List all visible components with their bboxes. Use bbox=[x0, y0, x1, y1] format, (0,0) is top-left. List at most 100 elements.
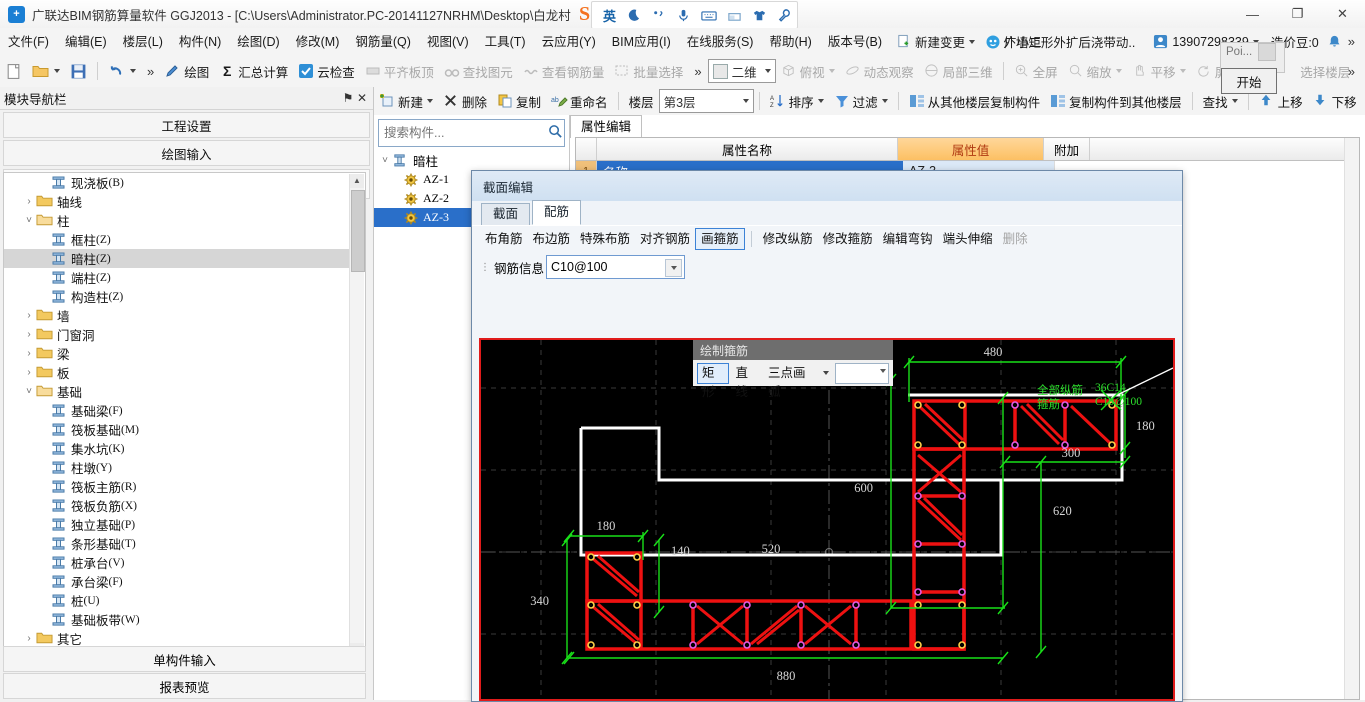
chevron-down-icon[interactable] bbox=[130, 69, 136, 73]
view-rebar-qty-button[interactable]: 查看钢筋量 bbox=[518, 59, 610, 83]
tree-folder[interactable]: ˅ 基础 bbox=[4, 382, 365, 401]
tree-item[interactable]: 条形基础 (T) bbox=[4, 534, 365, 553]
sort-button[interactable]: AZ 排序 bbox=[765, 90, 829, 112]
chevron-down-icon[interactable] bbox=[54, 69, 60, 73]
tree-item[interactable]: 集水坑 (K) bbox=[4, 439, 365, 458]
report-preview-bar[interactable]: 报表预览 bbox=[3, 673, 366, 699]
scroll-up-arrow[interactable]: ▲ bbox=[350, 174, 364, 188]
tab-rebar[interactable]: 配筋 bbox=[532, 200, 582, 225]
chevron-down-icon[interactable] bbox=[427, 99, 434, 103]
batch-select-button[interactable]: 批量选择 bbox=[609, 59, 688, 83]
cloud-check-button[interactable]: 云检查 bbox=[293, 59, 360, 83]
chevron-down-icon[interactable] bbox=[764, 69, 771, 73]
chevron-down-icon[interactable] bbox=[1231, 99, 1238, 103]
tree-item[interactable]: 独立基础 (P) bbox=[4, 515, 365, 534]
start-button[interactable]: 开始 bbox=[1221, 68, 1277, 94]
view-mode-combo[interactable]: 二维 bbox=[707, 59, 776, 83]
align-slab-top-button[interactable]: 平齐板顶 bbox=[360, 59, 439, 83]
menu-file[interactable]: 文件(F) bbox=[0, 31, 57, 53]
expander-icon[interactable]: › bbox=[22, 310, 36, 321]
ime-voice-icon[interactable] bbox=[676, 6, 691, 25]
new-component-button[interactable]: 新建 bbox=[374, 90, 438, 112]
select-floor-button[interactable]: 选择楼层 bbox=[1295, 59, 1355, 83]
fullscreen-button[interactable]: 全屏 bbox=[1009, 59, 1063, 83]
chevron-down-icon[interactable] bbox=[817, 99, 824, 103]
search-input[interactable] bbox=[379, 125, 547, 141]
ime-keyboard-icon[interactable] bbox=[701, 6, 717, 25]
toolbar-overflow-2[interactable]: » bbox=[694, 64, 701, 79]
chevron-down-icon[interactable] bbox=[1115, 69, 1122, 73]
ime-skin-icon[interactable] bbox=[752, 6, 767, 25]
dynamic-observe-button[interactable]: 动态观察 bbox=[840, 59, 919, 83]
tree-item[interactable]: 筏板主筋 (R) bbox=[4, 477, 365, 496]
pan-button[interactable]: 平移 bbox=[1127, 59, 1191, 83]
tree-folder[interactable]: › 门窗洞 bbox=[4, 325, 365, 344]
expander-icon[interactable]: › bbox=[22, 367, 36, 378]
open-file-button[interactable] bbox=[27, 59, 65, 83]
tree-item[interactable]: 端柱 (Z) bbox=[4, 268, 365, 287]
expander-icon[interactable]: › bbox=[22, 633, 36, 644]
tree-item[interactable]: 现浇板 (B) bbox=[4, 173, 365, 192]
menu-edit[interactable]: 编辑(E) bbox=[57, 31, 115, 53]
special-rebar-button[interactable]: 特殊布筋 bbox=[575, 229, 635, 249]
component-tree-root[interactable]: ˅ 暗柱 bbox=[374, 151, 569, 170]
tree-folder[interactable]: › 墙 bbox=[4, 306, 365, 325]
tree-item[interactable]: 基础梁 (F) bbox=[4, 401, 365, 420]
expander-icon[interactable]: ˅ bbox=[22, 386, 36, 397]
single-component-input-bar[interactable]: 单构件输入 bbox=[3, 646, 366, 672]
tree-item[interactable]: 桩承台 (V) bbox=[4, 553, 365, 572]
edit-stirrup-button[interactable]: 修改箍筋 bbox=[818, 229, 878, 249]
ime-moon-icon[interactable] bbox=[626, 6, 641, 25]
new-change-button[interactable]: 新建变更 bbox=[896, 32, 976, 51]
expander-icon[interactable]: › bbox=[22, 196, 36, 207]
search-component-row[interactable] bbox=[378, 119, 565, 147]
copy-component-button[interactable]: 复制 bbox=[492, 90, 546, 112]
close-icon[interactable]: ✕ bbox=[355, 91, 369, 105]
chevron-down-icon[interactable] bbox=[828, 69, 835, 73]
project-settings-bar[interactable]: 工程设置 bbox=[3, 112, 370, 138]
ime-toolbar[interactable]: S 英 bbox=[579, 1, 798, 29]
rename-component-button[interactable]: ab 重命名 bbox=[546, 90, 613, 112]
corner-rebar-button[interactable]: 布角筋 bbox=[480, 229, 528, 249]
expander-icon[interactable]: › bbox=[22, 348, 36, 359]
search-icon[interactable] bbox=[547, 124, 564, 142]
tree-item[interactable]: 暗柱 (Z) bbox=[4, 249, 365, 268]
chevron-down-icon[interactable] bbox=[742, 99, 749, 103]
find-element-button[interactable]: 查找图元 bbox=[439, 59, 518, 83]
close-button[interactable]: ✕ bbox=[1320, 0, 1365, 28]
edit-longitudinal-button[interactable]: 修改纵筋 bbox=[758, 229, 818, 249]
save-button[interactable] bbox=[65, 59, 92, 83]
tree-item[interactable]: 框柱 (Z) bbox=[4, 230, 365, 249]
tree-folder[interactable]: › 板 bbox=[4, 363, 365, 382]
scroll-thumb[interactable] bbox=[351, 190, 365, 272]
menu-help[interactable]: 帮助(H) bbox=[761, 31, 819, 53]
tree-item[interactable]: 筏板基础 (M) bbox=[4, 420, 365, 439]
ime-toolbox-icon[interactable] bbox=[727, 6, 742, 25]
menu-component[interactable]: 构件(N) bbox=[171, 31, 229, 53]
chevron-down-icon[interactable] bbox=[969, 39, 976, 44]
tree-scrollbar[interactable]: ▲ ▼ bbox=[349, 174, 365, 657]
line-tool-button[interactable]: 直线 bbox=[731, 364, 761, 399]
end-extend-button[interactable]: 端头伸缩 bbox=[938, 229, 998, 249]
chevron-down-icon[interactable] bbox=[879, 368, 886, 373]
tree-item[interactable]: 筏板负筋 (X) bbox=[4, 496, 365, 515]
menu-bim-app[interactable]: BIM应用(I) bbox=[604, 31, 679, 53]
align-rebar-button[interactable]: 对齐钢筋 bbox=[635, 229, 695, 249]
menu-tools[interactable]: 工具(T) bbox=[477, 31, 534, 53]
menu-rebar-qty[interactable]: 钢筋量(Q) bbox=[347, 31, 419, 53]
tree-item[interactable]: 承台梁 (F) bbox=[4, 572, 365, 591]
toolbar-overflow-3[interactable]: » bbox=[1348, 64, 1355, 79]
chevron-down-icon[interactable] bbox=[1179, 69, 1186, 73]
tab-property-edit[interactable]: 属性编辑 bbox=[570, 115, 643, 138]
delete-button[interactable]: 删除 bbox=[998, 229, 1033, 249]
undo-button[interactable] bbox=[103, 59, 141, 83]
tree-item[interactable]: 基础板带 (W) bbox=[4, 610, 365, 629]
stirrup-type-select[interactable] bbox=[834, 362, 889, 384]
toolbar-overflow-1[interactable]: » bbox=[147, 64, 154, 79]
chevron-down-icon[interactable] bbox=[822, 371, 829, 375]
tree-folder[interactable]: › 梁 bbox=[4, 344, 365, 363]
top-view-button[interactable]: 俯视 bbox=[776, 59, 840, 83]
tree-folder[interactable]: › 轴线 bbox=[4, 192, 365, 211]
menu-version[interactable]: 版本号(B) bbox=[820, 31, 890, 53]
menu-view[interactable]: 视图(V) bbox=[419, 31, 477, 53]
